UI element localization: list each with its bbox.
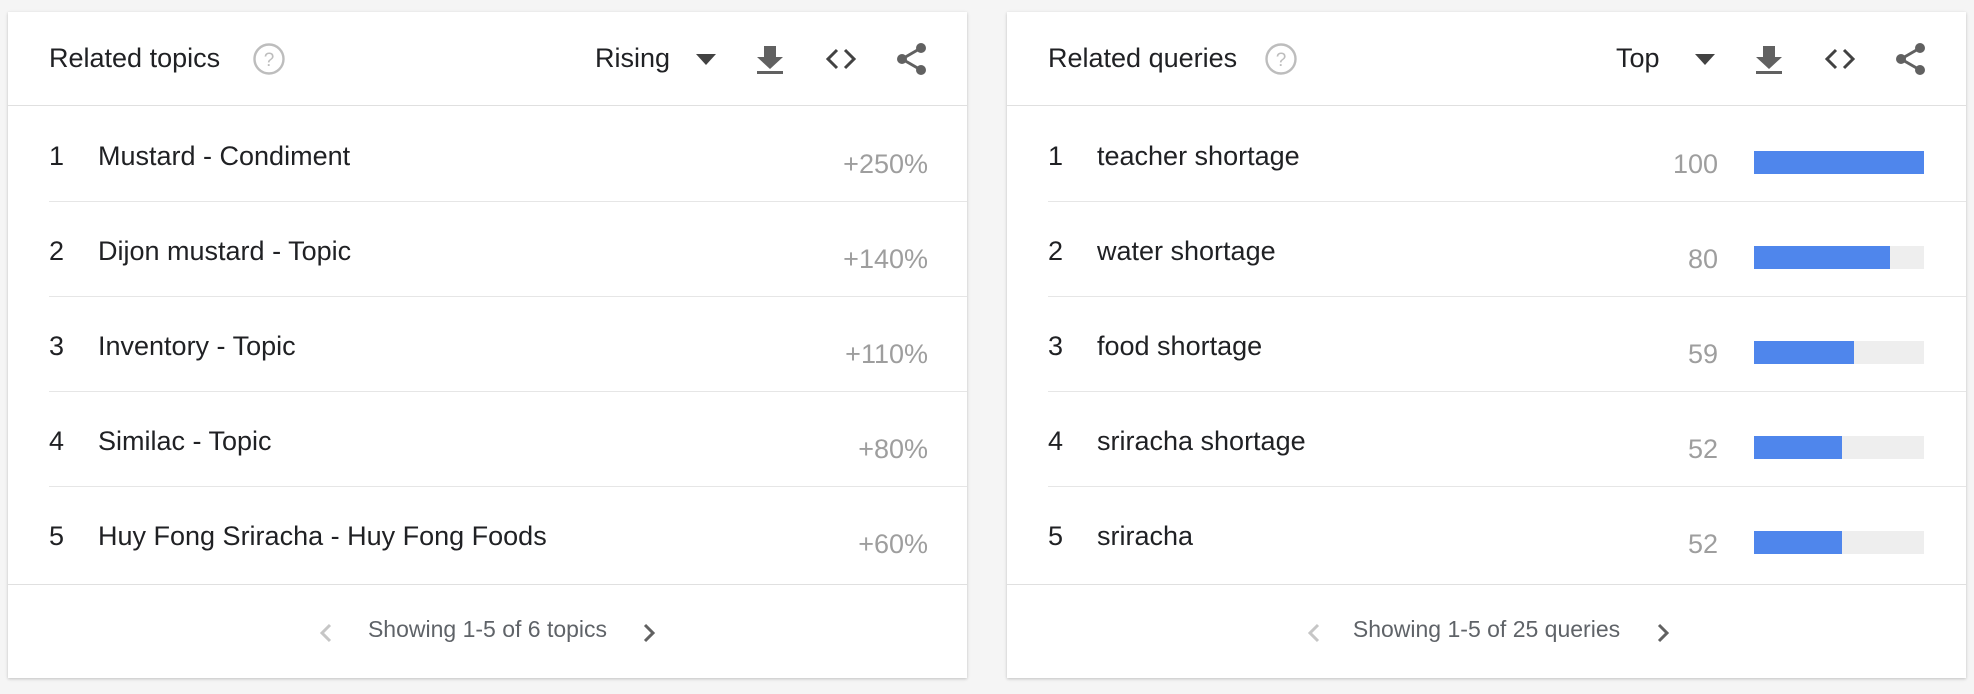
query-label[interactable]: teacher shortage [1097,141,1300,172]
chevron-right-icon[interactable] [638,621,660,645]
pagination-text: Showing 1-5 of 25 queries [1352,616,1621,642]
caret-down-icon[interactable] [696,54,716,66]
code-embed-icon[interactable] [1823,42,1857,76]
related-queries-header: Related queries ? Top [1007,12,1966,106]
card-title: Related queries [1048,43,1238,73]
rank-number: 4 [49,426,65,456]
svg-text:?: ? [1276,50,1287,71]
topic-label[interactable]: Inventory - Topic [98,331,296,362]
list-item[interactable]: 2 water shortage 80 [1007,202,1966,297]
list-item[interactable]: 5 sriracha 52 [1007,487,1966,582]
interest-bar-track [1754,531,1924,554]
svg-text:?: ? [264,50,275,71]
help-circle-icon[interactable]: ? [1264,42,1298,76]
topic-label[interactable]: Mustard - Condiment [98,141,350,172]
topic-label[interactable]: Similac - Topic [98,426,272,457]
topic-label[interactable]: Dijon mustard - Topic [98,236,351,267]
related-queries-card: Related queries ? Top 1 teacher shortage… [1007,12,1966,678]
topic-label[interactable]: Huy Fong Sriracha - Huy Fong Foods [98,521,547,552]
rising-value: +250% [843,149,928,179]
list-item[interactable]: 3 Inventory - Topic +110% [8,297,967,392]
interest-value: 52 [1687,529,1718,559]
download-icon[interactable] [1752,42,1786,76]
download-icon[interactable] [753,42,787,76]
interest-bar [1754,246,1890,269]
rank-number: 4 [1048,426,1064,456]
related-topics-header: Related topics ? Rising [8,12,967,106]
rising-selector[interactable]: Rising [595,43,670,74]
pagination-footer: Showing 1-5 of 6 topics [8,584,967,678]
help-circle-icon[interactable]: ? [252,42,286,76]
pagination-footer: Showing 1-5 of 25 queries [1007,584,1966,678]
list-item[interactable]: 2 Dijon mustard - Topic +140% [8,202,967,297]
query-label[interactable]: food shortage [1097,331,1262,362]
card-title: Related topics [49,43,221,73]
interest-bar [1754,151,1924,174]
share-icon[interactable] [895,42,929,76]
rank-number: 2 [1048,236,1064,266]
list-item[interactable]: 4 sriracha shortage 52 [1007,392,1966,487]
rank-number: 5 [1048,521,1064,551]
share-icon[interactable] [1894,42,1928,76]
interest-value: 100 [1672,149,1718,179]
interest-bar-track [1754,246,1924,269]
caret-down-icon[interactable] [1695,54,1715,66]
rising-value: +140% [843,244,928,274]
interest-value: 59 [1687,339,1718,369]
rank-number: 5 [49,521,65,551]
rising-value: +60% [858,529,928,559]
rank-number: 2 [49,236,65,266]
interest-bar [1754,341,1855,364]
query-label[interactable]: sriracha [1097,521,1193,552]
list-item[interactable]: 5 Huy Fong Sriracha - Huy Fong Foods +60… [8,487,967,582]
rising-value: +80% [858,434,928,464]
interest-value: 52 [1687,434,1718,464]
pagination-text: Showing 1-5 of 6 topics [367,616,608,642]
top-selector[interactable]: Top [1616,43,1660,74]
rank-number: 1 [49,141,65,171]
interest-bar [1754,436,1843,459]
interest-bar-track [1754,436,1924,459]
code-embed-icon[interactable] [824,42,858,76]
rank-number: 3 [1048,331,1064,361]
rank-number: 3 [49,331,65,361]
list-item[interactable]: 4 Similac - Topic +80% [8,392,967,487]
chevron-right-icon[interactable] [1652,621,1674,645]
interest-bar [1754,531,1843,554]
query-label[interactable]: sriracha shortage [1097,426,1306,457]
query-label[interactable]: water shortage [1097,236,1276,267]
rank-number: 1 [1048,141,1064,171]
list-item[interactable]: 1 teacher shortage 100 [1007,107,1966,202]
rising-value: +110% [845,339,928,369]
related-topics-card: Related topics ? Rising 1 Mustard - Cond… [8,12,967,678]
list-item[interactable]: 3 food shortage 59 [1007,297,1966,392]
interest-bar-track [1754,341,1924,364]
interest-bar-track [1754,151,1924,174]
interest-value: 80 [1687,244,1718,274]
list-item[interactable]: 1 Mustard - Condiment +250% [8,107,967,202]
